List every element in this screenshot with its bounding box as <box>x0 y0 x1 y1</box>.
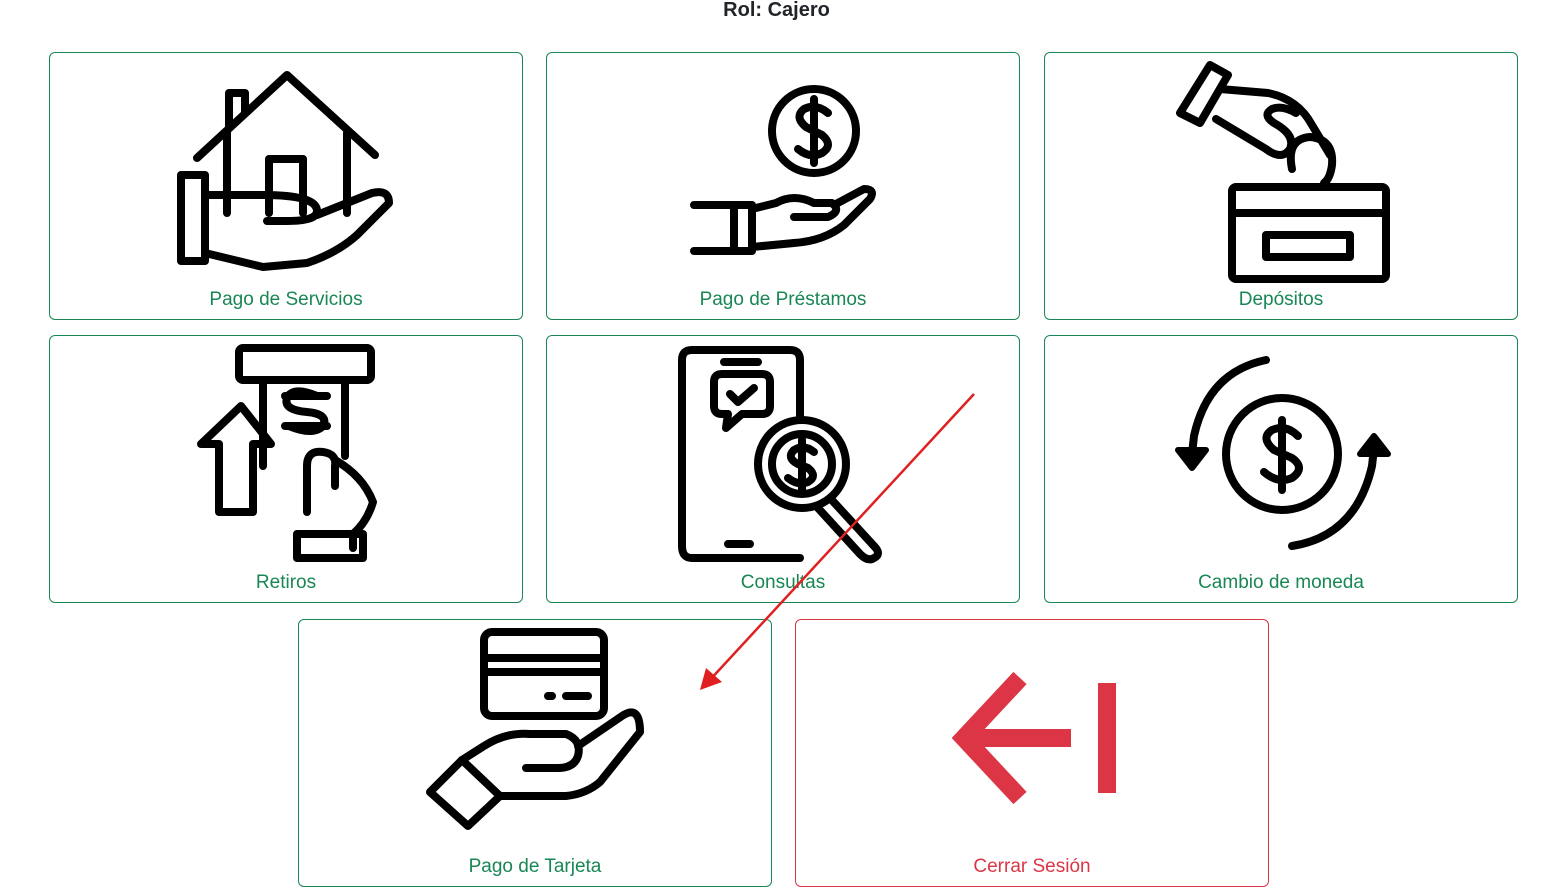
pago-tarjeta-button[interactable]: Pago de Tarjeta <box>298 619 772 887</box>
tile-label: Retiros <box>255 572 317 593</box>
logout-arrow-icon <box>951 671 1116 805</box>
house-in-hand-icon <box>177 71 393 271</box>
tile-label: Cerrar Sesión <box>973 856 1091 877</box>
pago-servicios-button[interactable]: Pago de Servicios <box>49 52 523 320</box>
consultas-button[interactable]: Consultas <box>546 335 1020 603</box>
role-label: Rol: Cajero <box>723 0 830 21</box>
pago-prestamos-button[interactable]: Pago de Préstamos <box>546 52 1020 320</box>
card-in-hand-icon <box>426 628 644 830</box>
deposit-coin-box-icon <box>1176 61 1390 283</box>
tile-label: Pago de Préstamos <box>699 289 867 310</box>
tile-label: Pago de Servicios <box>209 289 363 310</box>
phone-search-dollar-icon <box>678 346 882 564</box>
tile-label: Consultas <box>740 572 826 593</box>
cerrar-sesion-button[interactable]: Cerrar Sesión <box>795 619 1269 887</box>
tile-label: Depósitos <box>1238 289 1324 310</box>
depositos-button[interactable]: Depósitos <box>1044 52 1518 320</box>
currency-exchange-icon <box>1175 356 1391 550</box>
cambio-moneda-button[interactable]: Cambio de moneda <box>1044 335 1518 603</box>
tile-label: Pago de Tarjeta <box>468 856 602 877</box>
atm-withdraw-icon <box>197 344 377 562</box>
retiros-button[interactable]: Retiros <box>49 335 523 603</box>
coin-in-hand-icon <box>690 85 876 255</box>
tile-label: Cambio de moneda <box>1198 572 1364 593</box>
